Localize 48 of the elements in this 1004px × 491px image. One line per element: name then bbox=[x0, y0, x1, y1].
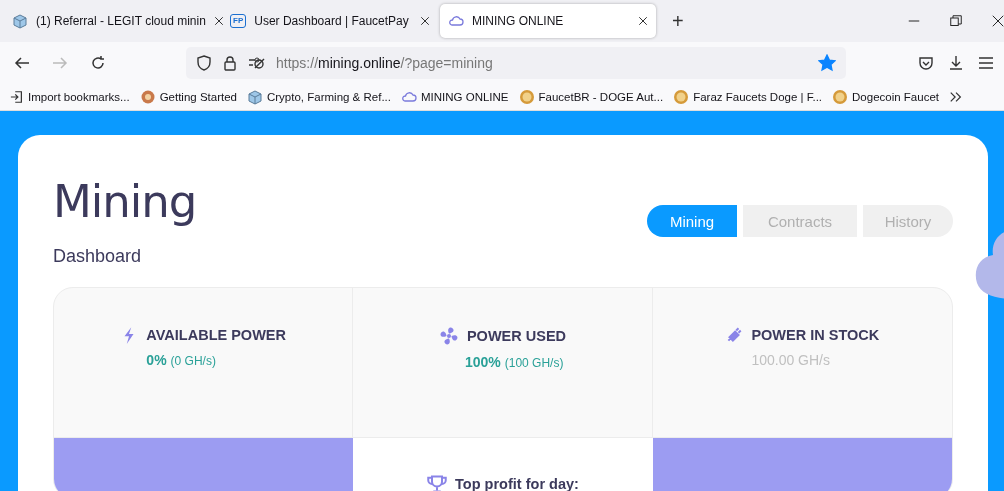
fp-badge: FP bbox=[230, 14, 247, 28]
chevron-icon bbox=[949, 90, 963, 104]
lock-icon bbox=[222, 55, 238, 71]
stat-value: 100% (100 GH/s) bbox=[464, 354, 565, 370]
close-icon bbox=[420, 16, 430, 26]
bookmark-item[interactable]: Dogecoin Faucet bbox=[832, 89, 939, 105]
stat-value: 0% (0 GH/s) bbox=[146, 352, 217, 368]
stat-label: AVAILABLE POWER bbox=[146, 327, 286, 343]
browser-tab[interactable]: FP User Dashboard | FaucetPay bbox=[222, 4, 438, 38]
browser-tab[interactable]: (1) Referral - LEGIT cloud minin bbox=[4, 4, 220, 38]
box-icon bbox=[12, 13, 28, 29]
bookmark-item[interactable]: Crypto, Farming & Ref... bbox=[247, 89, 391, 105]
bookmark-item[interactable]: Faraz Faucets Doge | F... bbox=[673, 89, 823, 105]
coin-icon bbox=[673, 89, 690, 105]
new-tab-button[interactable]: + bbox=[666, 9, 690, 33]
bookmark-item[interactable]: Import bookmarks... bbox=[10, 90, 130, 104]
menu-icon bbox=[978, 55, 994, 71]
restore-icon bbox=[950, 15, 962, 27]
permissions-icon bbox=[248, 54, 266, 72]
url-text: https://mining.online/?page=mining bbox=[276, 55, 494, 71]
coin-icon bbox=[832, 89, 849, 105]
download-icon bbox=[948, 55, 964, 71]
coin-icon bbox=[518, 89, 535, 105]
bookmark-item[interactable]: FaucetBR - DOGE Aut... bbox=[518, 89, 664, 105]
stat-label: POWER IN STOCK bbox=[751, 327, 880, 343]
page-title: Mining bbox=[53, 175, 197, 228]
import-icon bbox=[10, 90, 24, 104]
close-icon bbox=[213, 16, 224, 26]
browser-tab[interactable]: MINING ONLINE bbox=[440, 4, 656, 38]
reload-icon bbox=[90, 55, 106, 71]
cloud-icon bbox=[448, 13, 464, 29]
back-arrow-icon bbox=[14, 55, 30, 71]
stat-label: POWER USED bbox=[466, 328, 567, 344]
cloud-icon bbox=[400, 89, 417, 105]
address-bar[interactable]: https://mining.online/?page=mining bbox=[186, 47, 846, 79]
bookmark-item[interactable]: Getting Started bbox=[139, 89, 237, 105]
plug-icon bbox=[725, 326, 744, 344]
stat-value: 100.00 GH/s bbox=[751, 352, 831, 368]
bookmark-star-icon[interactable] bbox=[818, 54, 836, 72]
forward-arrow-icon bbox=[52, 55, 68, 71]
shield-icon bbox=[196, 55, 212, 71]
close-icon bbox=[638, 16, 648, 26]
close-icon bbox=[992, 15, 1004, 27]
page-subtitle: Dashboard bbox=[53, 246, 143, 267]
pocket-icon bbox=[918, 55, 934, 71]
bookmark-item[interactable]: MINING ONLINE bbox=[400, 89, 509, 105]
trophy-icon bbox=[427, 474, 448, 491]
box-icon bbox=[247, 89, 263, 105]
